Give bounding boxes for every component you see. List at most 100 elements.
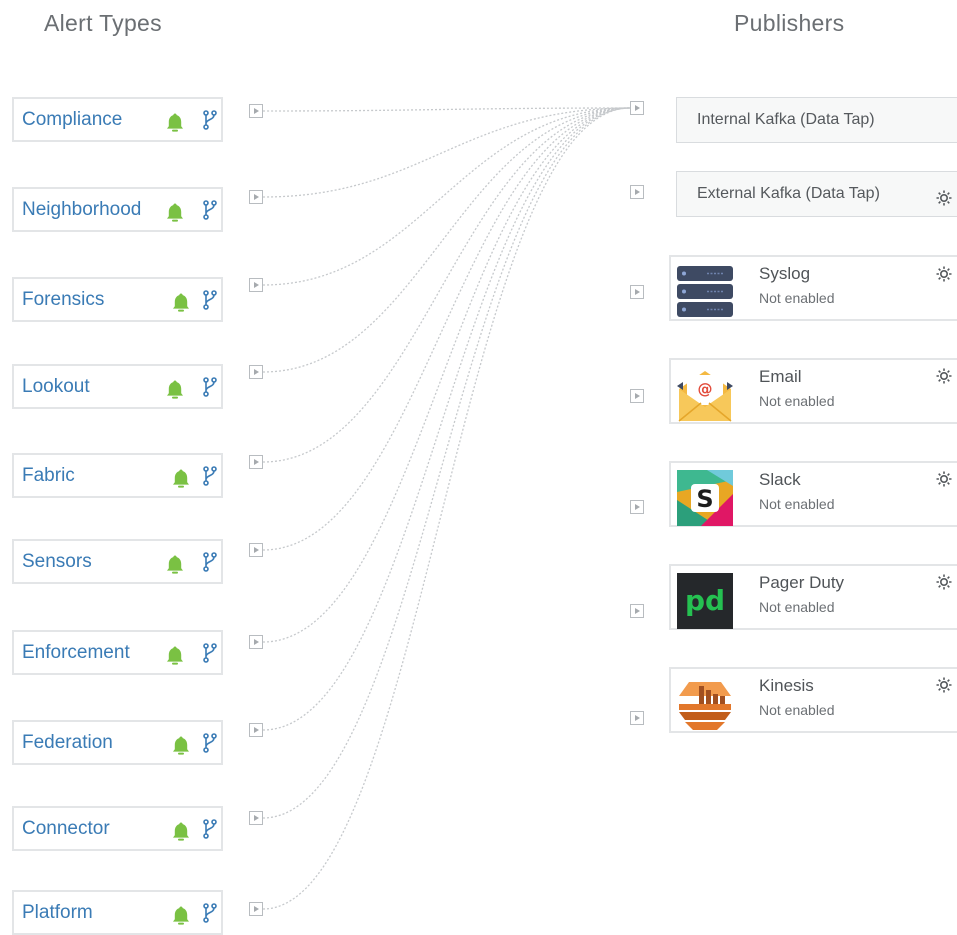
publisher-email[interactable]: @ Email Not enabled <box>669 358 957 424</box>
bell-icon[interactable] <box>171 905 191 925</box>
connection-line <box>262 107 631 643</box>
input-port[interactable] <box>630 711 644 725</box>
bell-icon[interactable] <box>171 735 191 755</box>
branch-icon[interactable] <box>203 819 217 839</box>
gear-icon[interactable] <box>935 189 953 207</box>
email-logo: @ <box>677 371 733 422</box>
svg-text:@: @ <box>698 380 713 398</box>
branch-icon[interactable] <box>203 643 217 663</box>
branch-icon[interactable] <box>203 733 217 753</box>
publisher-name: Pager Duty <box>759 573 845 592</box>
publisher-name: Kinesis <box>759 676 814 695</box>
alert-type-label: Platform <box>22 901 93 923</box>
output-port[interactable] <box>249 278 263 292</box>
bell-icon[interactable] <box>165 379 185 399</box>
input-port[interactable] <box>630 285 644 299</box>
publisher-kinesis[interactable]: Kinesis Not enabled <box>669 667 957 733</box>
svg-text:S: S <box>696 485 713 513</box>
alert-type-label: Connector <box>22 817 110 839</box>
branch-icon[interactable] <box>203 466 217 486</box>
gear-icon[interactable] <box>935 367 953 385</box>
bell-icon[interactable] <box>165 112 185 132</box>
bell-icon[interactable] <box>171 292 191 312</box>
alert-type-label: Neighborhood <box>22 198 142 220</box>
alert-type-label: Federation <box>22 731 113 753</box>
alert-type-sensors[interactable]: Sensors <box>12 539 223 584</box>
pagerduty-logo: pd <box>677 573 733 629</box>
output-port[interactable] <box>249 543 263 557</box>
branch-icon[interactable] <box>203 903 217 923</box>
output-port[interactable] <box>249 723 263 737</box>
alert-type-label: Forensics <box>22 288 105 310</box>
connection-line <box>262 107 631 731</box>
publisher-name: Slack <box>759 470 801 489</box>
publisher-status: Not enabled <box>759 290 835 306</box>
alert-type-platform[interactable]: Platform <box>12 890 223 935</box>
connection-line <box>262 107 631 910</box>
connection-line <box>262 107 631 551</box>
branch-icon[interactable] <box>203 552 217 572</box>
alert-type-label: Enforcement <box>22 641 130 663</box>
gear-icon[interactable] <box>935 470 953 488</box>
publisher-name: Syslog <box>759 264 811 283</box>
publishers-heading: Publishers <box>734 10 845 36</box>
alert-type-label: Lookout <box>22 375 90 397</box>
connection-line <box>262 107 631 373</box>
bell-icon[interactable] <box>165 202 185 222</box>
gear-icon[interactable] <box>935 265 953 283</box>
branch-icon[interactable] <box>203 200 217 220</box>
alert-type-enforcement[interactable]: Enforcement <box>12 630 223 675</box>
alert-type-lookout[interactable]: Lookout <box>12 364 223 409</box>
output-port[interactable] <box>249 455 263 469</box>
publisher-slack[interactable]: S Slack Not enabled <box>669 461 957 527</box>
alert-type-fabric[interactable]: Fabric <box>12 453 223 498</box>
output-port[interactable] <box>249 190 263 204</box>
connection-line <box>262 107 631 819</box>
alert-type-federation[interactable]: Federation <box>12 720 223 765</box>
publisher-pager-duty[interactable]: pd Pager Duty Not enabled <box>669 564 957 630</box>
output-port[interactable] <box>249 104 263 118</box>
publisher-syslog[interactable]: Syslog Not enabled <box>669 255 957 321</box>
connection-line <box>262 107 631 463</box>
input-port[interactable] <box>630 101 644 115</box>
alert-type-compliance[interactable]: Compliance <box>12 97 223 142</box>
output-port[interactable] <box>249 902 263 916</box>
input-port[interactable] <box>630 604 644 618</box>
output-port[interactable] <box>249 635 263 649</box>
bell-icon[interactable] <box>165 645 185 665</box>
publisher-name: Email <box>759 367 802 386</box>
publisher-external-kafka[interactable]: External Kafka (Data Tap) <box>676 171 957 217</box>
bell-icon[interactable] <box>171 821 191 841</box>
gear-icon[interactable] <box>935 676 953 694</box>
publisher-status: Not enabled <box>759 393 835 409</box>
output-port[interactable] <box>249 811 263 825</box>
connection-line <box>262 107 631 112</box>
alert-type-label: Sensors <box>22 550 92 572</box>
alert-type-neighborhood[interactable]: Neighborhood <box>12 187 223 232</box>
alert-type-label: Compliance <box>22 108 123 130</box>
svg-text:pd: pd <box>685 584 725 617</box>
syslog-logo <box>677 266 733 317</box>
input-port[interactable] <box>630 500 644 514</box>
publisher-label: External Kafka (Data Tap) <box>697 185 880 202</box>
input-port[interactable] <box>630 185 644 199</box>
gear-icon[interactable] <box>935 573 953 591</box>
slack-logo: S <box>677 470 733 526</box>
bell-icon[interactable] <box>171 468 191 488</box>
alert-type-connector[interactable]: Connector <box>12 806 223 851</box>
output-port[interactable] <box>249 365 263 379</box>
connection-line <box>262 107 631 198</box>
kinesis-logo <box>679 682 731 730</box>
alert-types-heading: Alert Types <box>44 10 162 36</box>
publisher-label: Internal Kafka (Data Tap) <box>697 111 875 128</box>
alert-type-label: Fabric <box>22 464 75 486</box>
branch-icon[interactable] <box>203 110 217 130</box>
connection-line <box>262 107 631 286</box>
alert-type-forensics[interactable]: Forensics <box>12 277 223 322</box>
publisher-internal-kafka[interactable]: Internal Kafka (Data Tap) <box>676 97 957 143</box>
input-port[interactable] <box>630 389 644 403</box>
publisher-status: Not enabled <box>759 599 835 615</box>
branch-icon[interactable] <box>203 377 217 397</box>
bell-icon[interactable] <box>165 554 185 574</box>
branch-icon[interactable] <box>203 290 217 310</box>
